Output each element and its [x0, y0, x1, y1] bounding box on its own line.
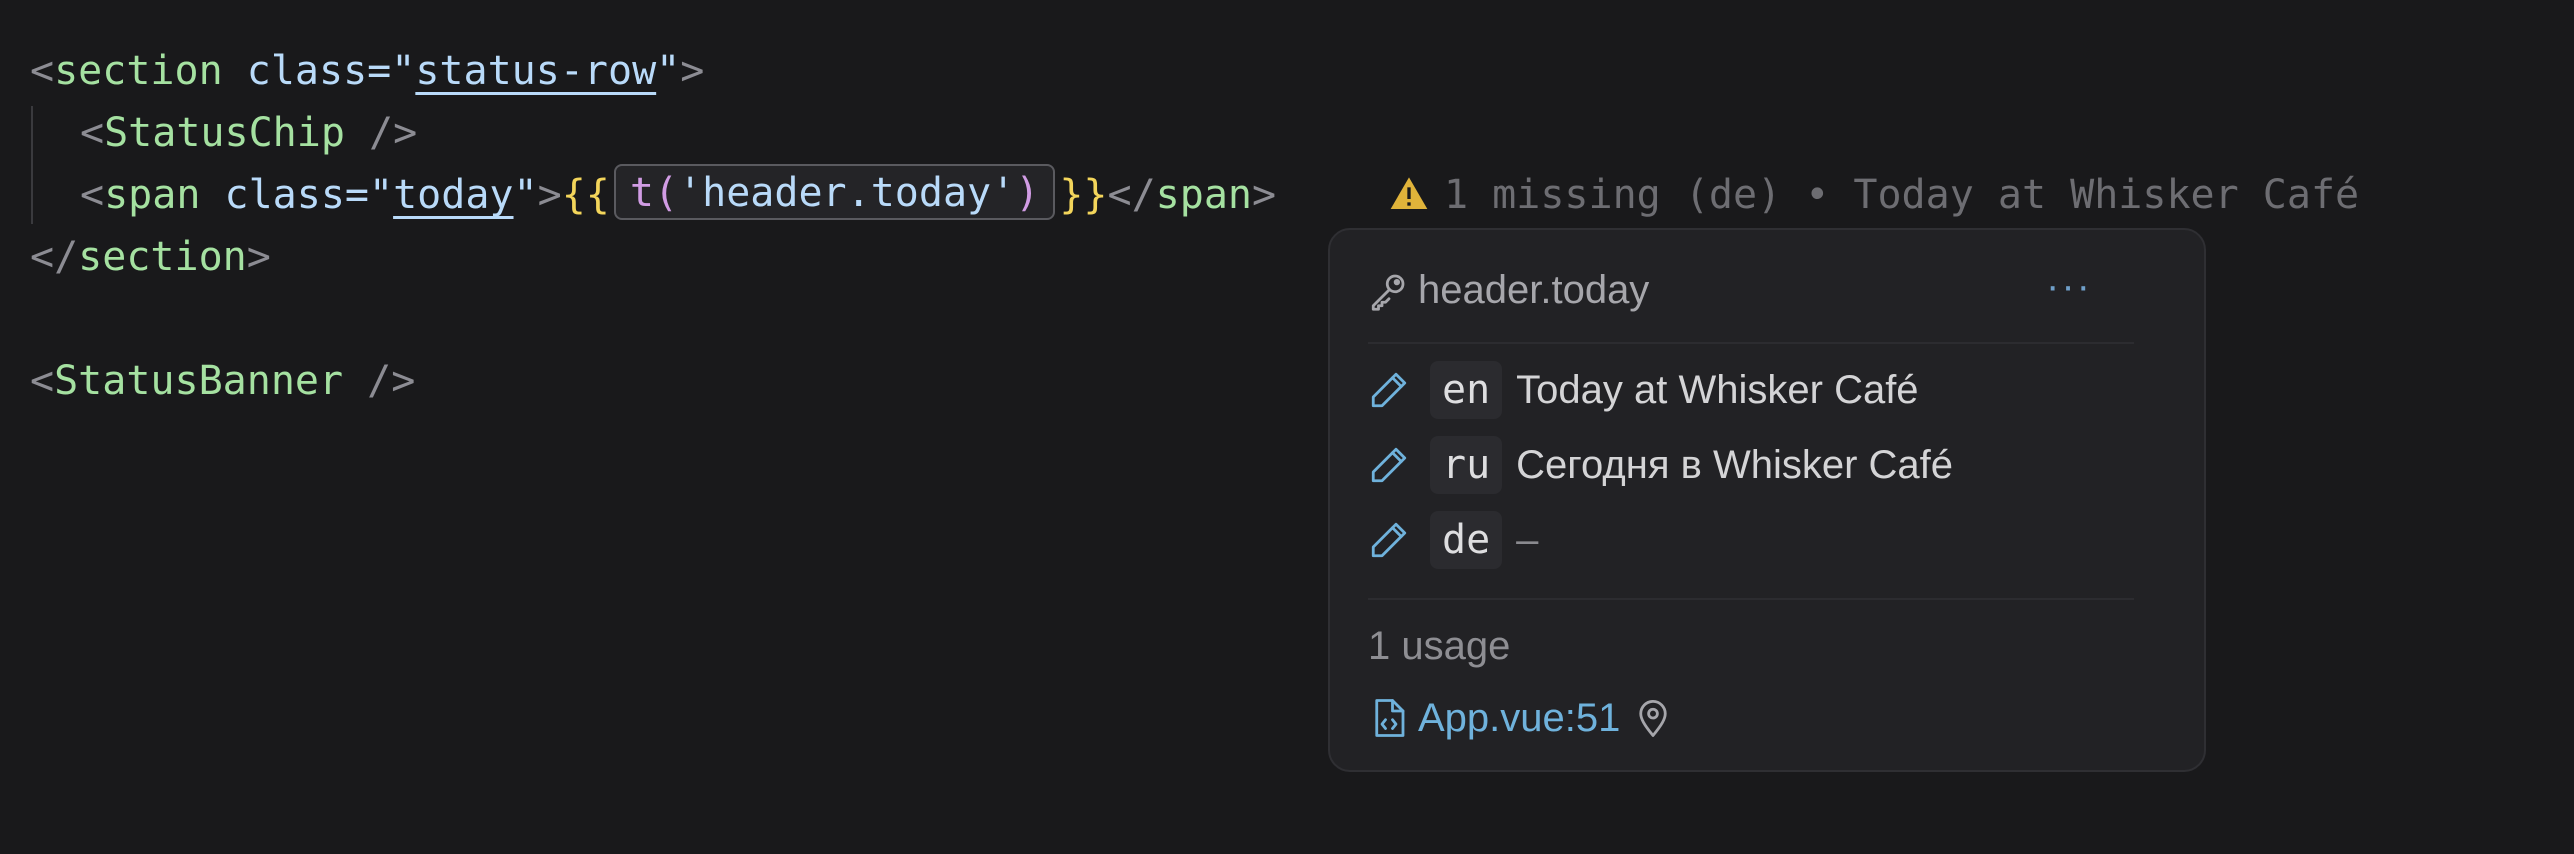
tag-open-bracket: < — [30, 358, 55, 404]
self-close: /> — [344, 110, 418, 156]
pencil-icon[interactable] — [1368, 369, 1410, 411]
attr-class: class= — [222, 48, 392, 94]
indent-guide — [31, 106, 33, 224]
lang-badge: en — [1430, 361, 1503, 419]
file-code-icon — [1375, 699, 1405, 737]
end-tag-open: </ — [30, 234, 79, 280]
lang-badge: ru — [1430, 436, 1503, 494]
code-line-6[interactable]: <StatusBanner /> — [30, 350, 415, 412]
tag-open-bracket: < — [80, 110, 105, 156]
code-line-4[interactable]: </section> — [30, 226, 271, 288]
tag-name-section: section — [54, 48, 223, 94]
tag-open-bracket: < — [30, 48, 55, 94]
i18n-hover-popover: header.today ··· en Today at Whisker Café… — [1328, 228, 2206, 772]
class-value-status-row[interactable]: status-row — [415, 48, 656, 94]
paren-open: ( — [653, 170, 679, 216]
mustache-open: {{ — [561, 172, 610, 218]
warning-icon — [1390, 177, 1428, 209]
class-value-today[interactable]: today — [393, 172, 513, 218]
location-pin-icon[interactable] — [1632, 697, 1674, 739]
inline-i18n-hint[interactable]: 1 missing (de) • Today at Whisker Café — [1388, 164, 2359, 226]
code-line-1[interactable]: <section class="status-row"> — [30, 40, 704, 102]
tag-name-statusbanner: StatusBanner — [54, 358, 344, 404]
lang-badge: de — [1430, 511, 1503, 569]
popover-header: header.today — [1368, 260, 1649, 320]
end-tag-open: </ — [1107, 172, 1156, 218]
tag-name-section: section — [78, 234, 247, 280]
divider — [1368, 598, 2134, 600]
pencil-icon[interactable] — [1368, 519, 1410, 561]
fn-t: t — [629, 170, 654, 216]
translation-value: Today at Whisker Café — [1516, 368, 1919, 412]
quote-open: " — [391, 48, 416, 94]
key-icon — [1371, 274, 1405, 311]
popover-key-name: header.today — [1418, 268, 1650, 312]
more-options-button[interactable]: ··· — [2046, 260, 2092, 320]
quote-open: " — [369, 172, 394, 218]
quote-close: " — [656, 48, 681, 94]
translation-row-ru[interactable]: ru Сегодня в Whisker Café — [1368, 435, 1953, 495]
translation-value-missing: – — [1516, 518, 1539, 562]
tag-name-statuschip: StatusChip — [104, 110, 345, 156]
translation-row-en[interactable]: en Today at Whisker Café — [1368, 360, 1919, 420]
self-close: /> — [343, 358, 416, 404]
code-editor[interactable]: <section class="status-row"> <StatusChip… — [0, 0, 2574, 854]
translation-value: Сегодня в Whisker Café — [1516, 443, 1954, 487]
end-tag-span: span — [1155, 172, 1252, 218]
tag-name-span: span — [104, 172, 201, 218]
inline-hint-text: 1 missing (de) • Today at Whisker Café — [1444, 172, 2360, 218]
end-tag-close: > — [246, 234, 271, 280]
paren-close: ) — [1015, 170, 1040, 216]
mustache-close: }} — [1059, 172, 1108, 218]
file-reference-link[interactable]: App.vue:51 — [1368, 688, 1674, 748]
i18n-key-highlight[interactable]: t('header.today') — [613, 164, 1056, 220]
tag-close-bracket: > — [537, 172, 562, 218]
tag-close-bracket: > — [680, 48, 705, 94]
code-line-2[interactable]: <StatusChip /> — [80, 102, 417, 164]
end-tag-close: > — [1251, 172, 1277, 218]
divider — [1368, 342, 2134, 344]
translation-row-de[interactable]: de – — [1368, 510, 1538, 570]
code-line-3[interactable]: <span class="today">{{t('header.today')}… — [80, 164, 1276, 226]
quote-close: " — [513, 172, 538, 218]
file-reference-text: App.vue:51 — [1418, 696, 1621, 740]
i18n-key-arg: 'header.today' — [678, 170, 1016, 216]
tag-open-bracket: < — [80, 172, 105, 218]
pencil-icon[interactable] — [1368, 444, 1410, 486]
attr-class: class= — [200, 172, 370, 218]
usage-count: 1 usage — [1368, 624, 1511, 668]
